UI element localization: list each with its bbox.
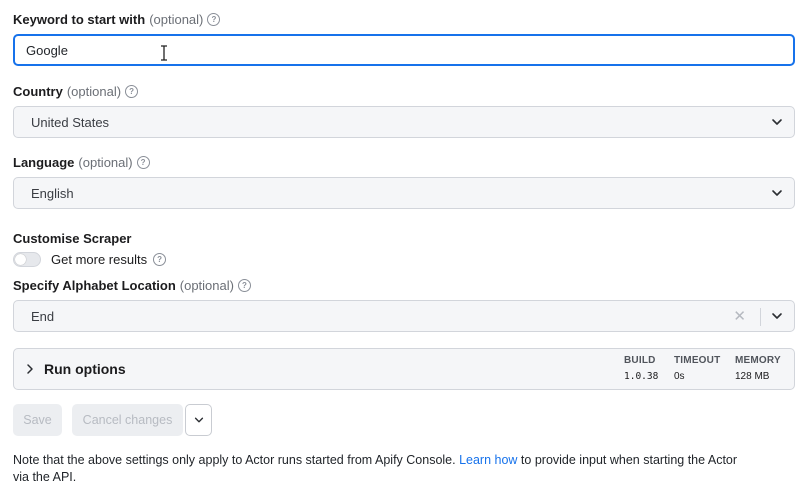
memory-value: 128 MB [735,371,770,382]
actions-dropdown-button[interactable] [185,404,212,436]
memory-label: MEMORY [735,355,781,366]
build-info: BUILD 1.0.38 [624,355,658,382]
build-label: BUILD [624,355,656,366]
clear-icon[interactable]: ✕ [733,307,746,325]
select-divider [760,308,761,326]
note-text-before: Note that the above settings only apply … [13,453,460,467]
help-icon[interactable]: ? [125,85,139,98]
country-label-text: Country [13,84,63,99]
timeout-value: 0s [674,371,685,382]
help-icon[interactable]: ? [237,279,251,292]
country-label: Country (optional) ? [13,84,139,99]
run-options-title: Run options [44,361,126,377]
language-label-text: Language [13,155,75,170]
alphabet-label-text: Specify Alphabet Location [13,278,176,293]
chevron-down-icon [772,190,782,196]
language-label: Language (optional) ? [13,155,150,170]
chevron-down-icon [772,119,782,125]
customise-label: Customise Scraper [13,231,132,246]
customise-label-text: Customise Scraper [13,231,132,246]
chevron-down-icon[interactable] [770,309,784,323]
build-value: 1.0.38 [624,371,659,382]
get-more-results-label: Get more results [51,252,148,267]
get-more-results-toggle[interactable] [13,252,41,267]
help-icon[interactable]: ? [207,13,221,26]
language-select-value: English [31,185,74,201]
country-select[interactable]: United States [13,106,795,138]
save-button[interactable]: Save [13,404,62,436]
alphabet-select[interactable]: End ✕ [13,300,795,332]
memory-info: MEMORY 128 MB [735,355,781,382]
help-icon[interactable]: ? [136,156,150,169]
run-options-panel[interactable]: Run options BUILD 1.0.38 TIMEOUT 0s MEMO… [13,348,795,390]
keyword-label: Keyword to start with (optional) ? [13,12,221,27]
language-select[interactable]: English [13,177,795,209]
text-cursor-icon [161,45,167,61]
chevron-right-icon [27,364,33,374]
alphabet-select-value: End [31,308,55,324]
keyword-input-value: Google [26,42,68,58]
learn-how-link[interactable]: Learn how [459,453,517,467]
timeout-info: TIMEOUT 0s [674,355,720,382]
run-options-header[interactable]: Run options [26,361,126,377]
help-icon[interactable]: ? [153,253,167,266]
api-note: Note that the above settings only apply … [13,452,753,486]
alphabet-label: Specify Alphabet Location (optional) ? [13,278,251,293]
keyword-input[interactable]: Google [13,34,795,66]
chevron-down-icon [194,417,203,423]
country-select-value: United States [31,114,110,130]
keyword-label-text: Keyword to start with [13,12,146,27]
keyword-optional-text: (optional) [149,12,204,27]
get-more-results-row: Get more results ? [13,252,167,267]
language-optional-text: (optional) [78,155,133,170]
cancel-changes-button[interactable]: Cancel changes [72,404,183,436]
country-optional-text: (optional) [66,84,122,99]
timeout-label: TIMEOUT [674,355,721,366]
alphabet-optional-text: (optional) [179,278,234,293]
